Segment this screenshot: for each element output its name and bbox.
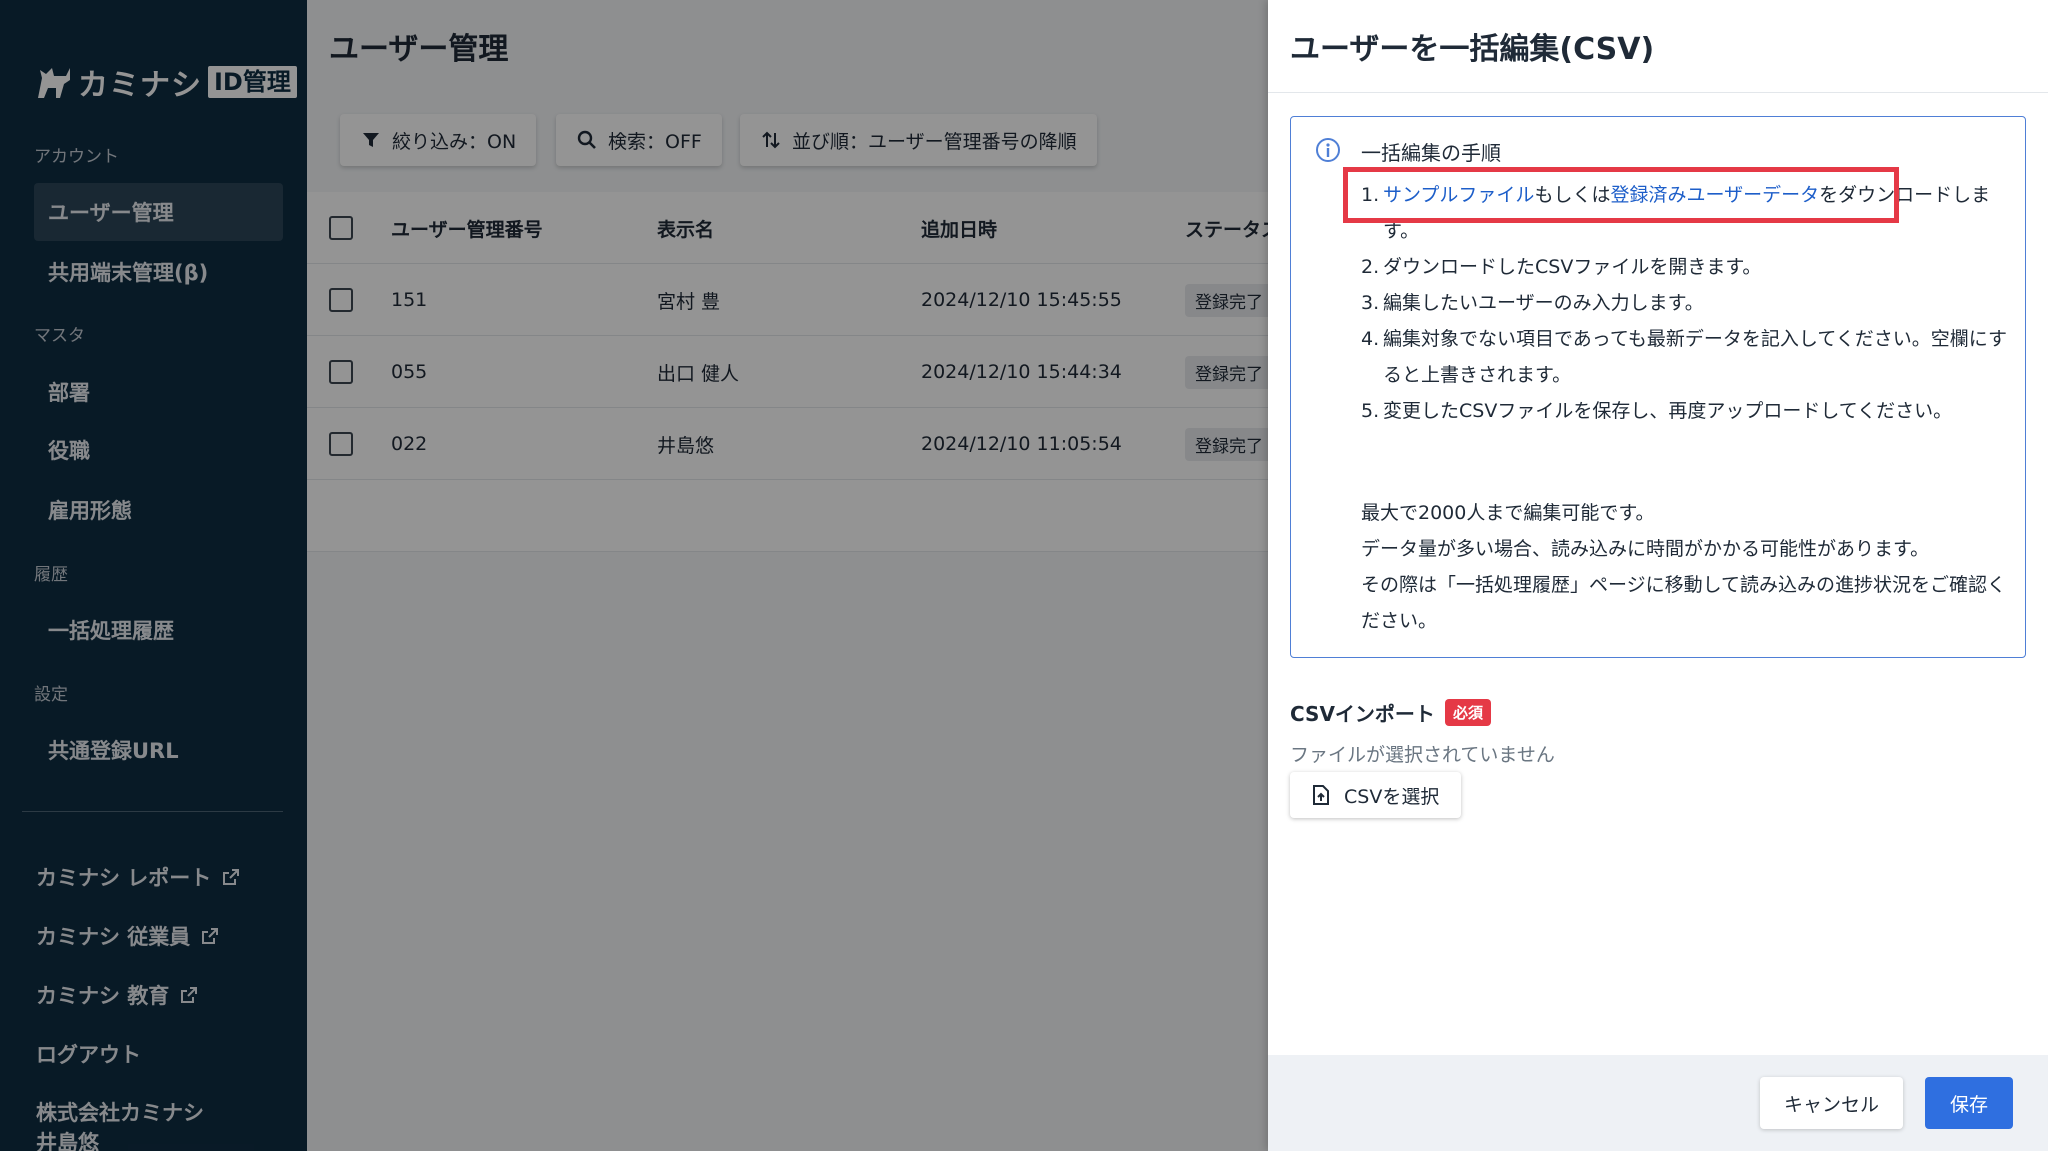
info-icon — [1316, 138, 1340, 162]
step-item: 2. ダウンロードしたCSVファイルを開きます。 — [1361, 249, 2011, 285]
step-text: 変更したCSVファイルを保存し、再度アップロードしてください。 — [1383, 400, 1953, 422]
step-item: 5. 変更したCSVファイルを保存し、再度アップロードしてください。 — [1361, 393, 2011, 429]
select-csv-button[interactable]: CSVを選択 — [1290, 772, 1462, 818]
drawer-divider — [1268, 92, 2048, 93]
bulk-edit-drawer: ユーザーを一括編集(CSV) 一括編集の手順 1. サンプルファイルもしくは登録… — [1268, 0, 2048, 1151]
drawer-footer: キャンセル 保存 — [1268, 1055, 2048, 1151]
step-number: 2. — [1361, 256, 1380, 278]
cancel-button[interactable]: キャンセル — [1760, 1077, 1903, 1129]
select-csv-label: CSVを選択 — [1344, 785, 1440, 808]
instructions-heading: 一括編集の手順 — [1361, 141, 1501, 165]
step-text: 編集対象でない項目であっても最新データを記入してください。空欄にすると上書きされ… — [1383, 328, 2007, 386]
highlight-annotation — [1343, 167, 1899, 223]
step-item: 3. 編集したいユーザーのみ入力します。 — [1361, 285, 2011, 321]
file-upload-icon — [1313, 785, 1329, 805]
file-status-text: ファイルが選択されていません — [1290, 744, 1555, 766]
note-line: データ量が多い場合、読み込みに時間がかかる可能性があります。 — [1361, 538, 1930, 560]
step-text: ダウンロードしたCSVファイルを開きます。 — [1383, 256, 1762, 278]
required-badge: 必須 — [1444, 699, 1491, 726]
step-number: 4. — [1361, 328, 1380, 350]
modal-overlay[interactable] — [0, 0, 1268, 1151]
note-line: 最大で2000人まで編集可能です。 — [1361, 502, 1655, 524]
save-button[interactable]: 保存 — [1925, 1077, 2013, 1129]
step-number: 3. — [1361, 292, 1380, 314]
step-text: 編集したいユーザーのみ入力します。 — [1383, 292, 1704, 314]
csv-import-title: CSVインポート — [1290, 702, 1435, 726]
note-line: その際は「一括処理履歴」ページに移動して読み込みの進捗状況をご確認ください。 — [1361, 574, 2007, 632]
step-number: 5. — [1361, 400, 1380, 422]
instruction-notes: 最大で2000人まで編集可能です。 データ量が多い場合、読み込みに時間がかかる可… — [1361, 495, 2011, 639]
drawer-title: ユーザーを一括編集(CSV) — [1290, 32, 1655, 67]
step-item: 4. 編集対象でない項目であっても最新データを記入してください。空欄にすると上書… — [1361, 321, 2011, 393]
instructions-box: 一括編集の手順 1. サンプルファイルもしくは登録済みユーザーデータをダウンロー… — [1290, 116, 2026, 658]
csv-import-label: CSVインポート 必須 — [1290, 698, 1491, 727]
